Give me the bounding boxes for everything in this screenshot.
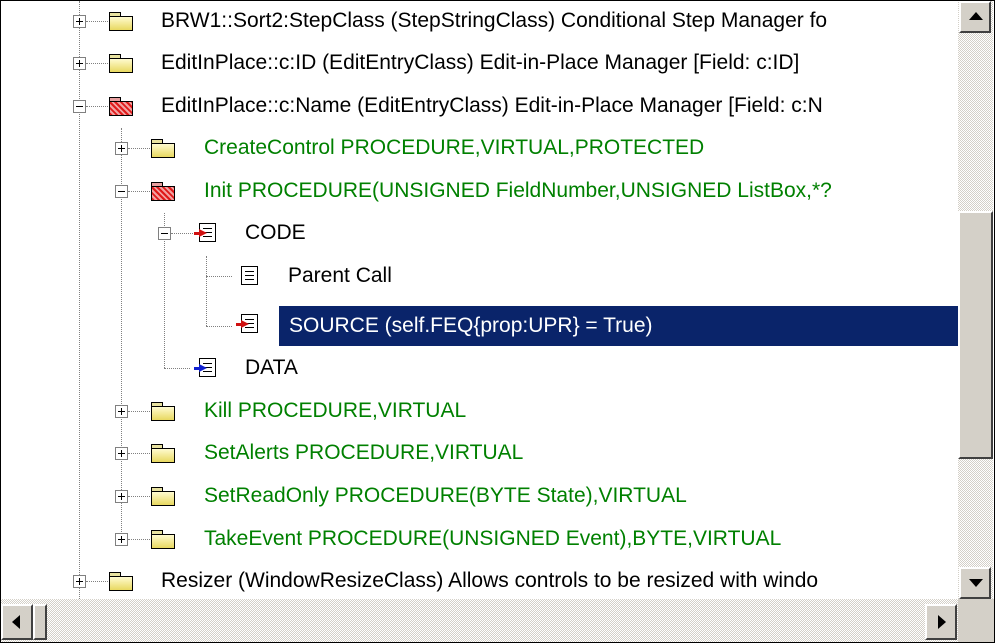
expand-icon[interactable] <box>115 533 128 546</box>
folder-closed-icon <box>151 402 175 421</box>
tree-line <box>171 233 193 234</box>
data-embed-icon <box>194 358 217 378</box>
folder-closed-icon <box>109 54 133 73</box>
folder-closed-icon <box>151 530 175 549</box>
node-label: DATA <box>245 356 298 379</box>
tree-node-edit-in-place-name[interactable]: EditInPlace::c:Name (EditEntryClass) Edi… <box>1 86 958 126</box>
scroll-right-button[interactable] <box>925 604 957 640</box>
tree-node-set-alerts[interactable]: SetAlerts PROCEDURE,VIRTUAL <box>1 433 958 473</box>
scroll-up-button[interactable] <box>959 1 991 33</box>
horizontal-scroll-thumb[interactable] <box>33 604 47 640</box>
folder-open-icon <box>151 182 175 201</box>
tree-line <box>128 411 150 412</box>
expand-icon[interactable] <box>115 490 128 503</box>
tree-node-source[interactable]: SOURCE (self.FEQ{prop:UPR} = True) <box>1 298 958 346</box>
arrow-right-icon <box>938 615 946 629</box>
arrow-up-icon <box>969 12 983 20</box>
embed-tree-window: BRW1::Sort2:StepClass (StepStringClass) … <box>0 0 995 643</box>
tree-node-init[interactable]: Init PROCEDURE(UNSIGNED FieldNumber,UNSI… <box>1 171 958 211</box>
vertical-scroll-thumb[interactable] <box>958 211 993 459</box>
scrollbar-corner <box>958 599 994 642</box>
tree-node-take-event[interactable]: TakeEvent PROCEDURE(UNSIGNED Event),BYTE… <box>1 519 958 559</box>
expand-icon[interactable] <box>73 57 86 70</box>
embed-tree[interactable]: BRW1::Sort2:StepClass (StepStringClass) … <box>1 1 958 599</box>
tree-line <box>128 453 150 454</box>
tree-node-edit-in-place-id[interactable]: EditInPlace::c:ID (EditEntryClass) Edit-… <box>1 43 958 83</box>
vertical-scrollbar[interactable] <box>958 1 993 599</box>
tree-line <box>128 148 150 149</box>
node-label: CODE <box>245 221 306 244</box>
folder-closed-icon <box>109 12 133 31</box>
expand-icon[interactable] <box>73 15 86 28</box>
tree-line <box>86 63 108 64</box>
node-label: CreateControl PROCEDURE,VIRTUAL,PROTECTE… <box>204 136 705 159</box>
node-label: SOURCE (self.FEQ{prop:UPR} = True) <box>289 314 653 337</box>
node-label: BRW1::Sort2:StepClass (StepStringClass) … <box>161 9 828 32</box>
tree-line <box>206 326 232 327</box>
tree-line <box>128 191 150 192</box>
collapse-icon[interactable] <box>158 227 171 240</box>
node-label: SetAlerts PROCEDURE,VIRTUAL <box>204 441 524 464</box>
document-icon <box>241 266 259 286</box>
node-label: Resizer (WindowResizeClass) Allows contr… <box>161 569 819 592</box>
node-label: EditInPlace::c:ID (EditEntryClass) Edit-… <box>161 51 800 74</box>
collapse-icon[interactable] <box>73 100 86 113</box>
arrow-left-icon <box>12 615 20 629</box>
tree-line <box>164 368 190 369</box>
code-embed-icon <box>194 223 217 243</box>
node-label: SetReadOnly PROCEDURE(BYTE State),VIRTUA… <box>204 484 687 507</box>
expand-icon[interactable] <box>73 575 86 588</box>
tree-line <box>86 21 108 22</box>
node-label: EditInPlace::c:Name (EditEntryClass) Edi… <box>161 94 823 117</box>
expand-icon[interactable] <box>115 447 128 460</box>
tree-node-code[interactable]: CODE <box>1 213 958 253</box>
node-label: Parent Call <box>288 264 392 287</box>
source-embed-icon <box>236 314 259 334</box>
arrow-down-icon <box>969 579 983 587</box>
node-label: Init PROCEDURE(UNSIGNED FieldNumber,UNSI… <box>204 179 832 202</box>
scroll-down-button[interactable] <box>959 567 991 599</box>
folder-closed-icon <box>151 487 175 506</box>
tree-node-create-control[interactable]: CreateControl PROCEDURE,VIRTUAL,PROTECTE… <box>1 128 958 168</box>
folder-closed-icon <box>109 572 133 591</box>
node-label: TakeEvent PROCEDURE(UNSIGNED Event),BYTE… <box>204 527 782 550</box>
node-label: Kill PROCEDURE,VIRTUAL <box>204 399 467 422</box>
expand-icon[interactable] <box>115 405 128 418</box>
tree-line <box>86 581 108 582</box>
tree-node-parent-call[interactable]: Parent Call <box>1 256 958 296</box>
tree-node-resizer[interactable]: Resizer (WindowResizeClass) Allows contr… <box>1 561 958 599</box>
tree-line <box>206 276 232 277</box>
tree-line <box>128 539 150 540</box>
tree-line <box>128 496 150 497</box>
tree-node-kill[interactable]: Kill PROCEDURE,VIRTUAL <box>1 391 958 431</box>
tree-line <box>86 106 108 107</box>
horizontal-scrollbar[interactable] <box>1 599 958 642</box>
scroll-left-button[interactable] <box>1 604 33 640</box>
collapse-icon[interactable] <box>115 185 128 198</box>
expand-icon[interactable] <box>115 142 128 155</box>
tree-node-set-read-only[interactable]: SetReadOnly PROCEDURE(BYTE State),VIRTUA… <box>1 476 958 516</box>
folder-open-icon <box>109 97 133 116</box>
folder-closed-icon <box>151 139 175 158</box>
tree-node-data[interactable]: DATA <box>1 348 958 388</box>
tree-node-sort-step[interactable]: BRW1::Sort2:StepClass (StepStringClass) … <box>1 1 958 41</box>
folder-closed-icon <box>151 444 175 463</box>
